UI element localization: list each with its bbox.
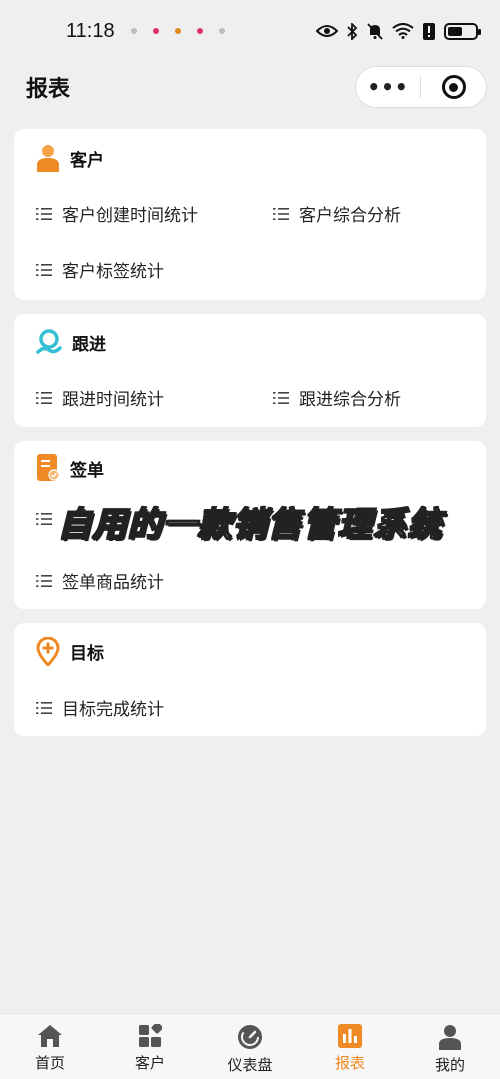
goal-section: 目标 目标完成统计 (14, 623, 486, 736)
section-title: 客户 (36, 144, 104, 172)
report-link-label: 客户标签统计 (62, 262, 164, 282)
report-link-customer-tags[interactable]: 客户标签统计 (36, 257, 164, 282)
customer-section: 客户 客户创建时间统计 客户综合分析 客户标签统计 (14, 129, 486, 300)
target-icon (441, 75, 466, 99)
section-title-label: 客户 (70, 150, 104, 171)
notification-dot (152, 28, 159, 34)
section-title: 跟进 (36, 328, 106, 356)
list-icon (36, 391, 52, 404)
bluetooth-icon (347, 22, 358, 40)
report-link-label: 跟进时间统计 (62, 390, 164, 410)
close-button[interactable] (421, 75, 486, 99)
list-icon (36, 263, 52, 276)
report-link-followup-analysis[interactable]: 跟进综合分析 (273, 385, 401, 410)
section-title-label: 签单 (70, 460, 104, 481)
notification-dot (218, 28, 225, 34)
notification-dot (196, 28, 203, 34)
header: 报表 ••• (0, 62, 500, 112)
user-icon (439, 1025, 461, 1050)
watermark-caption: 自用的一款销售管理系统 (57, 504, 443, 546)
more-button[interactable]: ••• (356, 77, 420, 97)
status-bar: 11:18 (0, 0, 500, 62)
dashboard-icon (238, 1025, 262, 1049)
notification-dot (174, 28, 181, 34)
person-icon (37, 145, 59, 172)
report-link-customer-created[interactable]: 客户创建时间统计 (36, 201, 198, 226)
section-title-label: 跟进 (72, 334, 106, 355)
followup-section: 跟进 跟进时间统计 跟进综合分析 (14, 314, 486, 427)
wifi-icon (392, 23, 414, 39)
tab-reports[interactable]: 报表 (300, 1014, 400, 1079)
location-pin-icon (36, 637, 60, 666)
eye-icon (316, 25, 338, 37)
tab-label: 我的 (434, 1056, 465, 1074)
followup-icon (36, 329, 62, 354)
tab-label: 报表 (334, 1054, 365, 1072)
status-time: 11:18 (66, 19, 115, 42)
list-icon (36, 207, 52, 220)
bar-chart-icon (338, 1024, 362, 1048)
tab-customers[interactable]: 客户 (100, 1014, 200, 1079)
tab-home[interactable]: 首页 (0, 1014, 100, 1079)
battery-icon (444, 22, 481, 40)
list-icon (273, 391, 289, 404)
tab-dashboard[interactable]: 仪表盘 (200, 1014, 300, 1079)
document-icon (37, 454, 60, 481)
tab-label: 客户 (134, 1054, 165, 1072)
report-link-order-products[interactable]: 签单商品统计 (36, 568, 164, 593)
tab-label: 首页 (34, 1054, 65, 1072)
mute-icon (367, 22, 383, 40)
report-link-goal-completion[interactable]: 目标完成统计 (36, 695, 164, 720)
mini-program-capsule: ••• (355, 66, 487, 108)
report-link-label: 客户创建时间统计 (62, 206, 198, 226)
report-link-followup-time[interactable]: 跟进时间统计 (36, 385, 164, 410)
status-icons (316, 22, 481, 40)
page-title: 报表 (26, 77, 71, 102)
notification-dot (130, 28, 137, 34)
bottom-tab-bar: 首页 客户 仪表盘 报表 我的 (0, 1013, 500, 1079)
report-link-label: 签单商品统计 (62, 573, 164, 593)
notification-dots (130, 28, 225, 34)
section-title-label: 目标 (70, 644, 104, 664)
section-title: 签单 (36, 453, 104, 483)
tab-profile[interactable]: 我的 (400, 1014, 500, 1079)
section-title: 目标 (36, 637, 104, 666)
alert-icon (423, 22, 435, 40)
home-icon (38, 1025, 62, 1047)
report-link-label: 客户综合分析 (299, 206, 401, 226)
tab-label: 仪表盘 (227, 1056, 273, 1074)
report-link-customer-analysis[interactable]: 客户综合分析 (273, 201, 401, 226)
report-link-label: 目标完成统计 (62, 700, 164, 720)
list-icon (273, 207, 289, 220)
list-icon (36, 701, 52, 714)
list-icon (36, 574, 52, 587)
grid-icon (139, 1024, 162, 1047)
report-link-label: 跟进综合分析 (299, 390, 401, 410)
